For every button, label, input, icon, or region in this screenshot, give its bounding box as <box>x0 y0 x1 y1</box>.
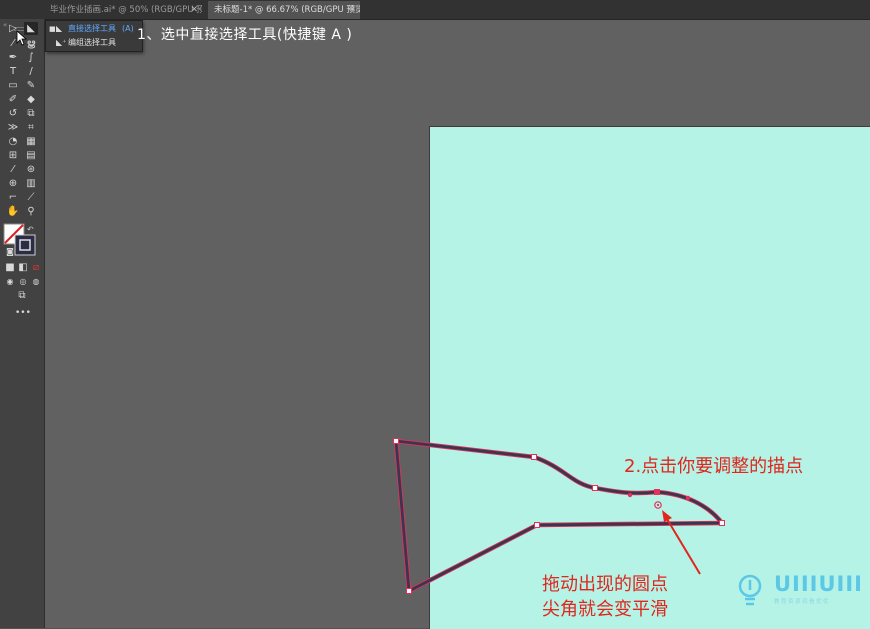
watermark-logo: UIIIUIII 教程资源就看优优 <box>736 572 862 612</box>
live-corner-widget-icon[interactable] <box>654 501 662 509</box>
drag-instruction-line1: 拖动出现的圆点 <box>542 574 668 595</box>
drag-instruction-line2: 尖角就会变平滑 <box>542 599 668 620</box>
logo-tagline: 教程资源就看优优 <box>774 599 831 605</box>
lightbulb-logo-icon <box>738 574 762 606</box>
step2-instruction: 2.点击你要调整的描点 <box>624 456 804 477</box>
annotation-arrow <box>662 510 701 575</box>
logo-wordmark: UIIIUIII <box>774 572 863 596</box>
vector-path-canvas <box>393 438 725 594</box>
